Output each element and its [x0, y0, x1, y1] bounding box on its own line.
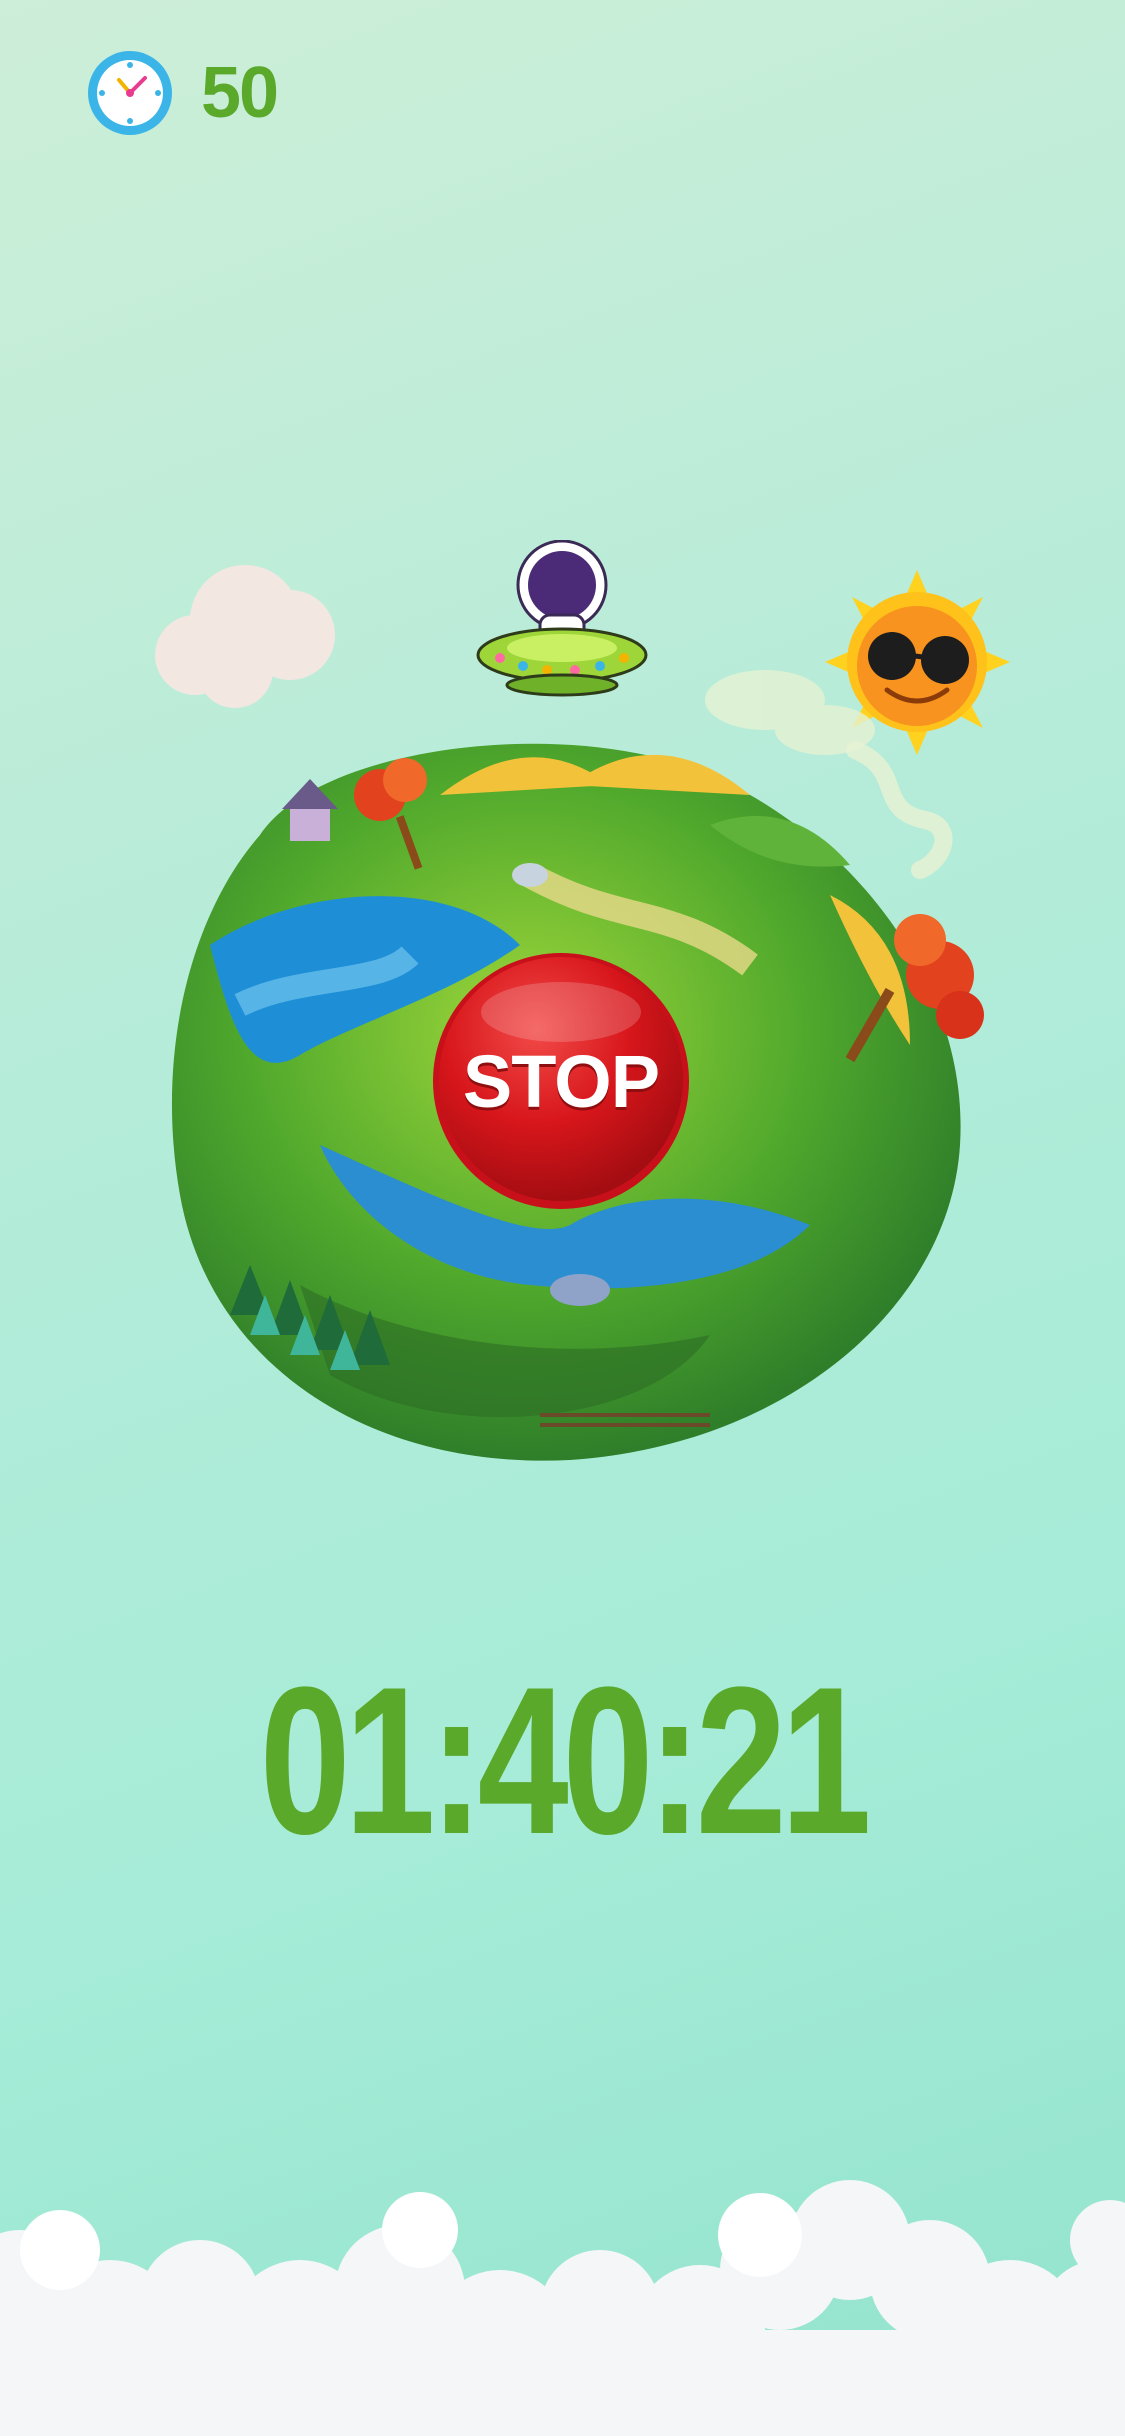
score-value: 50: [201, 53, 279, 133]
countdown-timer: 01:40:21: [259, 1643, 872, 1878]
stop-button[interactable]: STOP: [432, 952, 690, 1210]
bottom-clouds: [0, 2180, 1125, 2436]
hud: 50: [85, 48, 279, 138]
cloud: [155, 565, 335, 708]
stop-button-label: STOP: [462, 1039, 660, 1123]
astronaut-ufo: [476, 540, 648, 697]
clock-icon: [85, 48, 175, 138]
